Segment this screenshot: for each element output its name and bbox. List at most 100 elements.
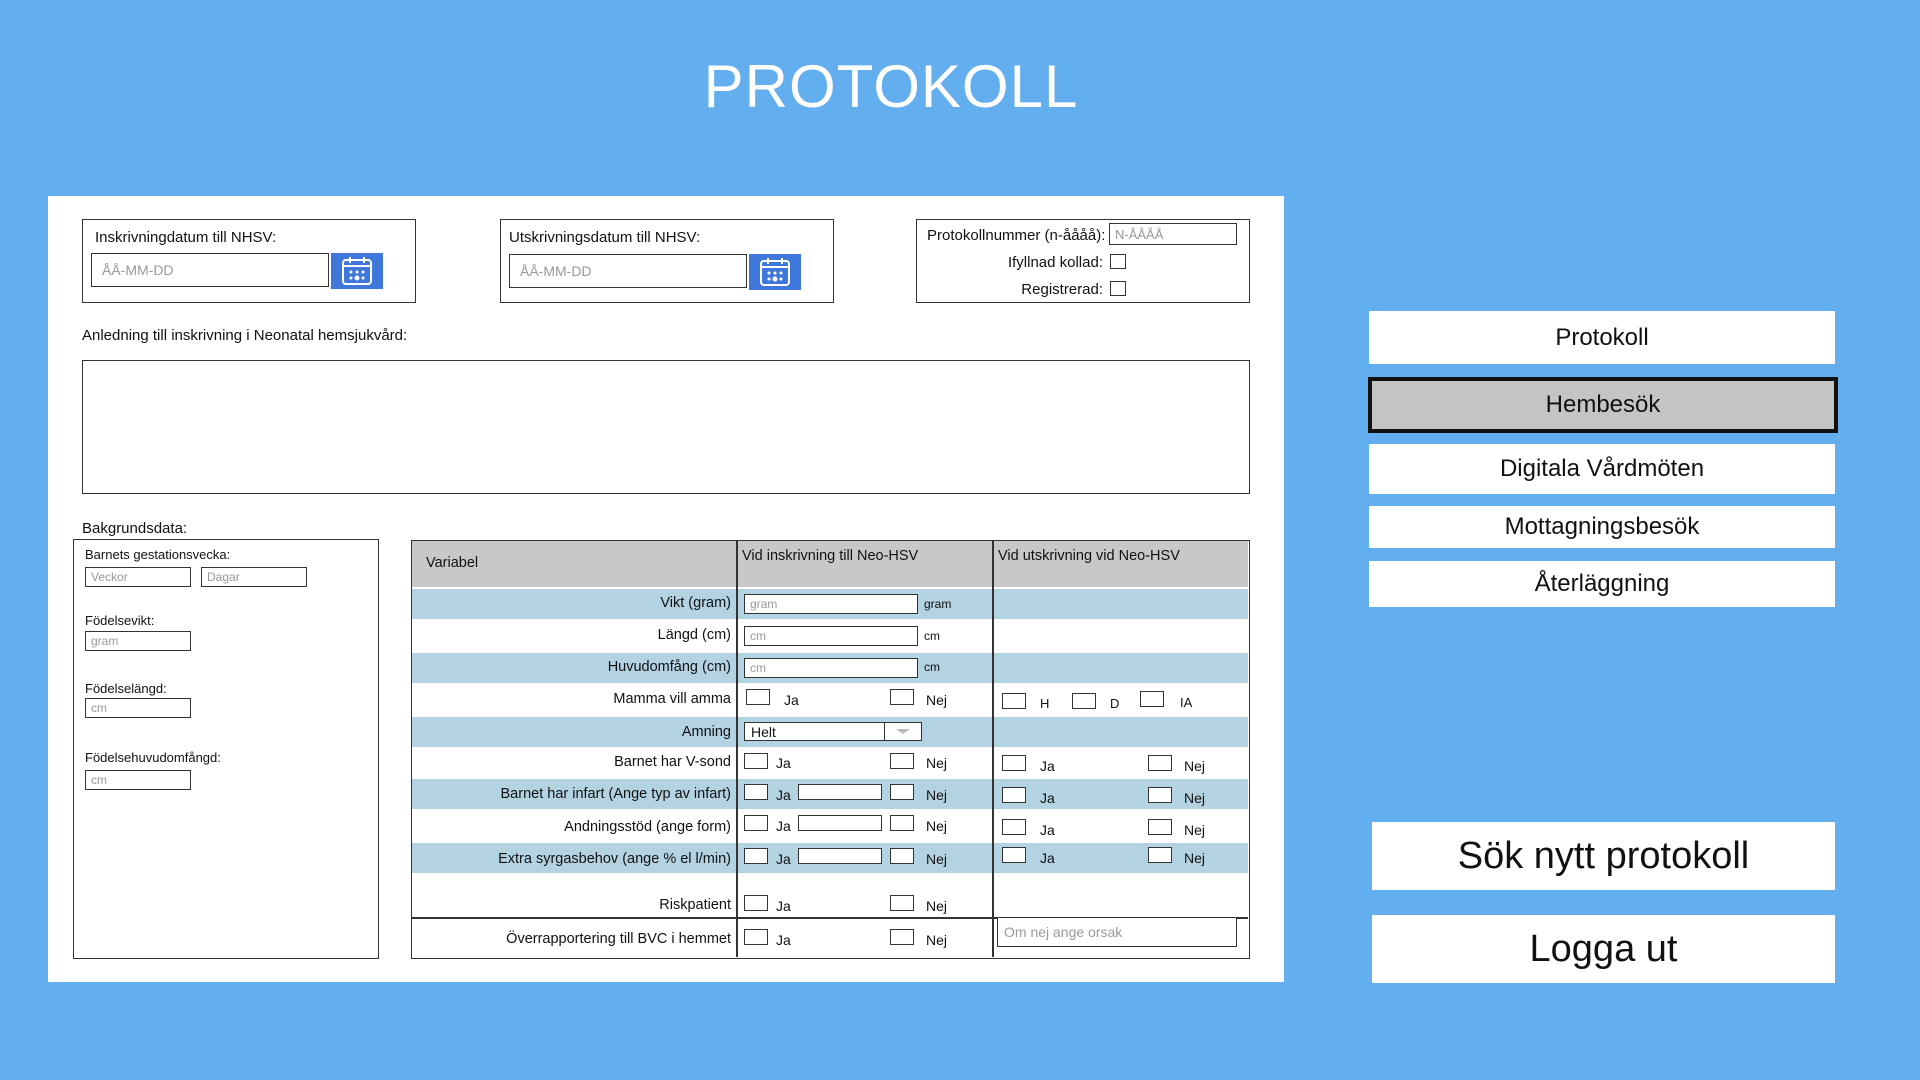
- yes-label: Ja: [1040, 758, 1055, 774]
- no-label: Nej: [926, 755, 948, 771]
- row-label-handover: Överrapportering till BVC i hemmet: [506, 931, 731, 947]
- row-label-breastfeed-wish: Mamma vill amma: [613, 691, 731, 707]
- reason-label: Anledning till inskrivning i Neonatal he…: [82, 327, 408, 344]
- birth-length-input[interactable]: cm: [85, 698, 191, 718]
- nav-mottagningsbesok-button[interactable]: Mottagningsbesök: [1369, 506, 1835, 548]
- protocol-number-box: Protokollnummer (n-åååå): N-ÅÅÅÅ Ifyllna…: [916, 219, 1250, 303]
- row-label-risk: Riskpatient: [659, 897, 731, 913]
- birth-head-label: Födelsehuvudomfångd:: [85, 750, 221, 765]
- row-label-vsond: Barnet har V-sond: [614, 754, 731, 770]
- discharge-date-input[interactable]: ÅÅ-MM-DD: [509, 254, 747, 288]
- oxygen-yes-checkbox[interactable]: [744, 848, 768, 864]
- nav-hembesok-button[interactable]: Hembesök: [1368, 377, 1838, 433]
- handover-yes-checkbox[interactable]: [744, 929, 768, 945]
- table-header-variable: Variabel: [426, 555, 479, 571]
- no-label: Nej: [1184, 850, 1206, 866]
- infart-no-checkbox[interactable]: [890, 784, 914, 800]
- gestation-label: Barnets gestationsvecka:: [85, 547, 231, 562]
- filled-checked-checkbox[interactable]: [1110, 254, 1126, 269]
- yes-label: Ja: [776, 787, 791, 803]
- breathing-yes-checkbox[interactable]: [744, 815, 768, 831]
- filled-checked-label: Ifyllnad kollad:: [1007, 254, 1103, 271]
- table-header-discharge: Vid utskrivning vid Neo-HSV: [998, 548, 1180, 564]
- admission-date-label: Inskrivningdatum till NHSV:: [95, 229, 277, 246]
- row-label-breathing: Andningsstöd (ange form): [564, 819, 731, 835]
- background-label: Bakgrundsdata:: [82, 520, 188, 537]
- breathing-discharge-yes-checkbox[interactable]: [1002, 819, 1026, 835]
- discharge-ia-checkbox[interactable]: [1140, 691, 1164, 707]
- no-label: Nej: [926, 932, 948, 948]
- breathing-form-input[interactable]: [798, 815, 882, 831]
- row-label-breastfeeding: Amning: [681, 724, 731, 740]
- yes-label: Ja: [1040, 790, 1055, 806]
- protocol-number-input[interactable]: N-ÅÅÅÅ: [1109, 223, 1237, 245]
- birth-length-label: Födelselängd:: [85, 681, 167, 696]
- yes-label: Ja: [776, 818, 791, 834]
- protocol-form-panel: Inskrivningdatum till NHSV: ÅÅ-MM-DD Uts…: [48, 196, 1284, 982]
- ia-label: IA: [1180, 695, 1193, 710]
- length-unit: cm: [924, 629, 940, 643]
- head-unit: cm: [924, 660, 940, 674]
- calendar-icon: [760, 258, 790, 286]
- registered-checkbox[interactable]: [1110, 281, 1126, 296]
- length-input[interactable]: cm: [744, 626, 918, 646]
- infart-discharge-yes-checkbox[interactable]: [1002, 787, 1026, 803]
- admission-date-input[interactable]: ÅÅ-MM-DD: [91, 253, 329, 287]
- no-label: Nej: [926, 787, 948, 803]
- vsond-discharge-no-checkbox[interactable]: [1148, 755, 1172, 771]
- chevron-down-icon[interactable]: [884, 723, 921, 740]
- birth-weight-input[interactable]: gram: [85, 631, 191, 651]
- no-label: Nej: [926, 851, 948, 867]
- weeks-input[interactable]: Veckor: [85, 567, 191, 587]
- breastfeed-wish-no-checkbox[interactable]: [890, 689, 914, 705]
- yes-label: Ja: [776, 932, 791, 948]
- calendar-icon: [342, 257, 372, 285]
- admission-date-box: Inskrivningdatum till NHSV: ÅÅ-MM-DD: [82, 219, 416, 303]
- logout-button[interactable]: Logga ut: [1372, 915, 1835, 983]
- discharge-d-checkbox[interactable]: [1072, 693, 1096, 709]
- days-input[interactable]: Dagar: [201, 567, 307, 587]
- handover-no-checkbox[interactable]: [890, 929, 914, 945]
- oxygen-discharge-no-checkbox[interactable]: [1148, 847, 1172, 863]
- row-label-length: Längd (cm): [657, 627, 731, 643]
- no-label: Nej: [1184, 822, 1206, 838]
- infart-yes-checkbox[interactable]: [744, 784, 768, 800]
- calendar-icon[interactable]: [749, 254, 801, 290]
- row-label-infart: Barnet har infart (Ange typ av infart): [500, 786, 732, 802]
- handover-reason-input[interactable]: Om nej ange orsak: [997, 917, 1237, 947]
- infart-discharge-no-checkbox[interactable]: [1148, 787, 1172, 803]
- infart-type-input[interactable]: [798, 784, 882, 800]
- risk-no-checkbox[interactable]: [890, 895, 914, 911]
- breastfeed-wish-yes-checkbox[interactable]: [746, 689, 770, 705]
- birth-head-input[interactable]: cm: [85, 770, 191, 790]
- yes-label: Ja: [784, 692, 799, 708]
- oxygen-no-checkbox[interactable]: [890, 848, 914, 864]
- breathing-no-checkbox[interactable]: [890, 815, 914, 831]
- column-divider: [736, 541, 738, 957]
- risk-yes-checkbox[interactable]: [744, 895, 768, 911]
- nav-protokoll-button[interactable]: Protokoll: [1369, 311, 1835, 364]
- breathing-discharge-no-checkbox[interactable]: [1148, 819, 1172, 835]
- no-label: Nej: [926, 692, 948, 708]
- discharge-h-checkbox[interactable]: [1002, 693, 1026, 709]
- protocol-number-label: Protokollnummer (n-åååå):: [927, 227, 1106, 244]
- reason-textarea[interactable]: [82, 360, 1250, 494]
- oxygen-discharge-yes-checkbox[interactable]: [1002, 847, 1026, 863]
- yes-label: Ja: [776, 851, 791, 867]
- oxygen-amount-input[interactable]: [798, 848, 882, 864]
- vsond-no-checkbox[interactable]: [890, 753, 914, 769]
- nav-digitala-vardmoten-button[interactable]: Digitala Vårdmöten: [1369, 444, 1835, 494]
- yes-label: Ja: [1040, 822, 1055, 838]
- vsond-discharge-yes-checkbox[interactable]: [1002, 755, 1026, 771]
- weight-input[interactable]: gram: [744, 594, 918, 614]
- calendar-icon[interactable]: [331, 253, 383, 289]
- breastfeeding-select[interactable]: Helt: [744, 722, 922, 741]
- nav-aterlaggning-button[interactable]: Återläggning: [1369, 561, 1835, 607]
- background-box: Barnets gestationsvecka: Veckor Dagar Fö…: [73, 539, 379, 959]
- vsond-yes-checkbox[interactable]: [744, 753, 768, 769]
- discharge-date-label: Utskrivningsdatum till NHSV:: [509, 229, 701, 246]
- yes-label: Ja: [776, 898, 791, 914]
- no-label: Nej: [1184, 758, 1206, 774]
- head-input[interactable]: cm: [744, 658, 918, 678]
- search-new-protocol-button[interactable]: Sök nytt protokoll: [1372, 822, 1835, 890]
